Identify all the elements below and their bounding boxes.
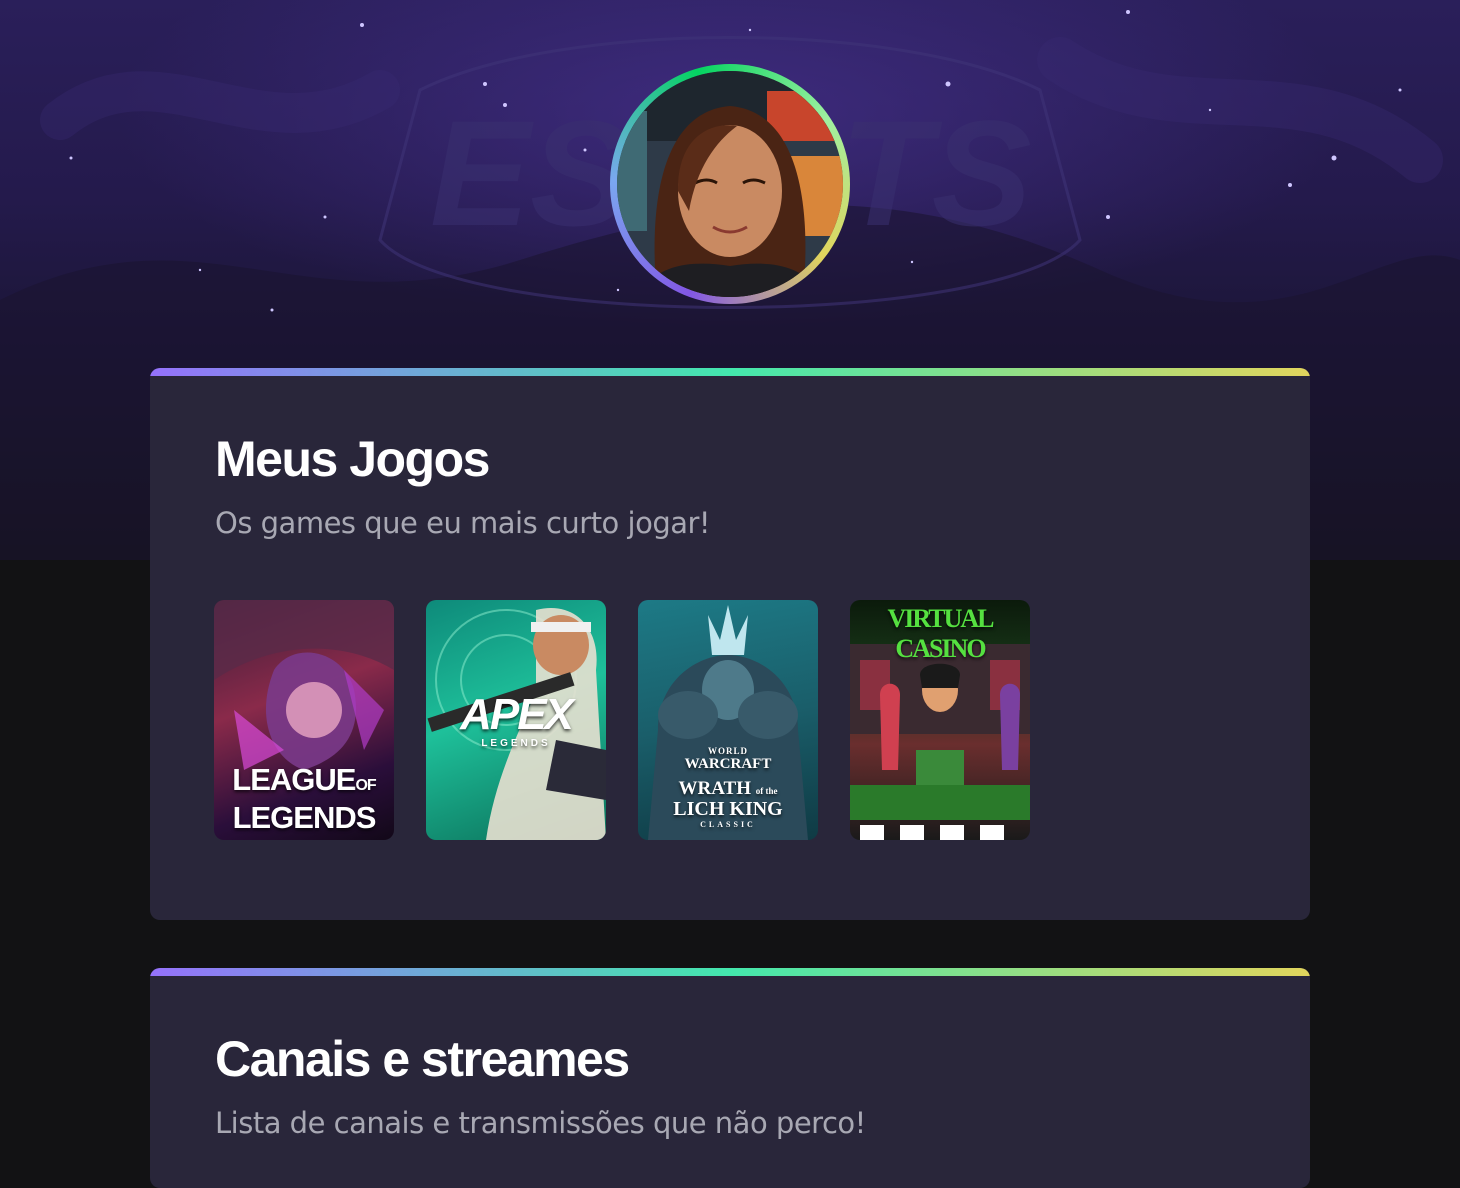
game-title-line2: LEGENDS [232, 800, 377, 835]
avatar-photo [617, 71, 843, 297]
game-title-wrath: WRATH [678, 778, 751, 799]
games-subtitle: Os games que eu mais curto jogar! [215, 506, 711, 540]
game-title-line1: LEAGUE [232, 762, 356, 797]
svg-text:TS: TS [840, 89, 1032, 257]
game-title-virtual-casino: VIRTUAL CASINO [887, 604, 995, 663]
game-card-apex-legends[interactable]: APEX LEGENDS [426, 600, 606, 840]
channels-card: Canais e streames Lista de canais e tran… [150, 968, 1310, 1188]
avatar [617, 71, 843, 297]
channels-subtitle: Lista de canais e transmissões que não p… [215, 1106, 866, 1140]
game-card-world-of-warcraft[interactable]: WORLD WARCRAFT WRATH of the LICH KING CL… [638, 600, 818, 840]
game-title-warcraft: WARCRAFT [684, 756, 772, 772]
games-list: LEAGUEOF LEGENDS APEX LEGENDS WORLD WARC… [214, 600, 1030, 840]
game-title-lich-king: LICH KING [673, 798, 783, 820]
game-title-line2: LEGENDS [481, 738, 551, 749]
game-title-line1: APEX [460, 690, 574, 739]
game-title-classic: CLASSIC [700, 820, 756, 829]
channels-title: Canais e streames [215, 1031, 630, 1087]
avatar-ring [610, 64, 850, 304]
games-title: Meus Jogos [215, 431, 490, 487]
game-title-of-the: of the [755, 786, 778, 796]
game-card-virtual-casino[interactable]: VIRTUAL CASINO [850, 600, 1030, 840]
game-title-line1b: OF [355, 777, 376, 794]
games-card: Meus Jogos Os games que eu mais curto jo… [150, 368, 1310, 920]
svg-text:ES: ES [430, 89, 630, 257]
game-card-league-of-legends[interactable]: LEAGUEOF LEGENDS [214, 600, 394, 840]
game-title-world: WORLD [707, 746, 748, 756]
